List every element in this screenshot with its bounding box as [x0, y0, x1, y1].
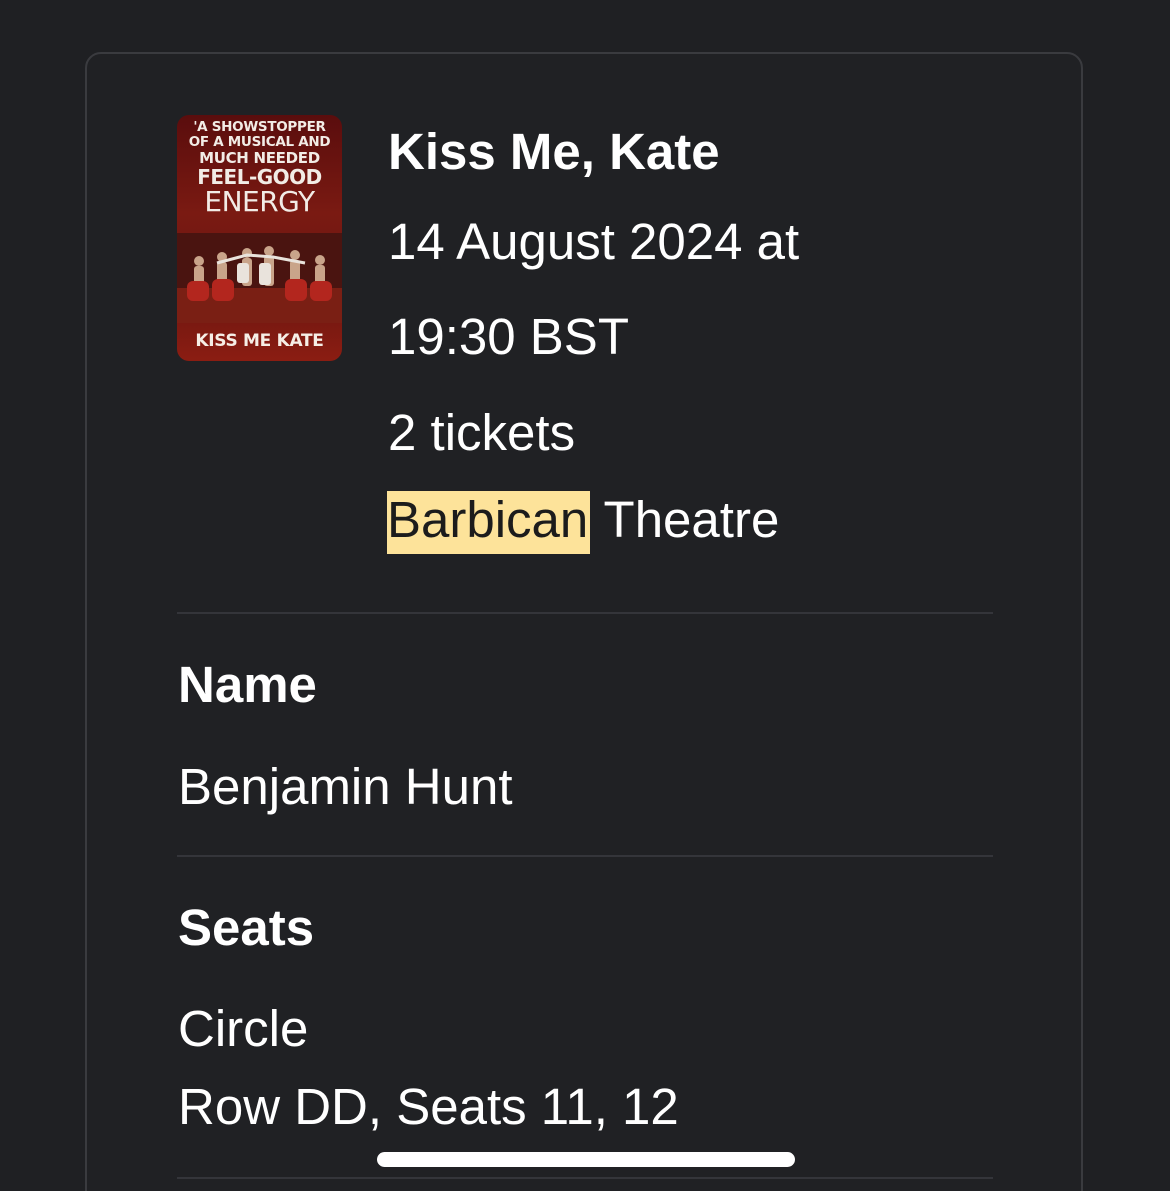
- home-indicator[interactable]: [377, 1152, 795, 1167]
- divider: [177, 1177, 993, 1179]
- show-title: Kiss Me, Kate: [388, 123, 720, 180]
- venue-rest: Theatre: [590, 491, 780, 548]
- event-time: 19:30 BST: [388, 308, 629, 365]
- poster-dancers-illustration: [177, 233, 342, 323]
- show-poster-image: 'A SHOWSTOPPER OF A MUSICAL AND MUCH NEE…: [177, 115, 342, 361]
- poster-title: KISS ME KATE: [195, 331, 324, 351]
- divider: [177, 855, 993, 857]
- venue-highlighted-word[interactable]: Barbican: [387, 491, 591, 554]
- poster-quote-line: FEEL-GOOD: [197, 165, 322, 189]
- poster-quote: 'A SHOWSTOPPER OF A MUSICAL AND MUCH NEE…: [177, 119, 342, 218]
- event-date: 14 August 2024 at: [388, 213, 800, 270]
- name-label: Name: [178, 656, 317, 713]
- seats-detail: Row DD, Seats 11, 12: [178, 1078, 679, 1135]
- venue-name: Barbican Theatre: [387, 490, 780, 554]
- poster-quote-line: OF A MUSICAL AND: [188, 133, 331, 150]
- seats-area: Circle: [178, 1000, 309, 1057]
- seats-label: Seats: [178, 899, 315, 956]
- ticket-screen: 'A SHOWSTOPPER OF A MUSICAL AND MUCH NEE…: [0, 0, 1170, 1191]
- poster-quote-line: ENERGY: [204, 185, 315, 218]
- poster-quote-line: 'A SHOWSTOPPER: [193, 119, 326, 135]
- divider: [177, 612, 993, 614]
- poster-quote-line: MUCH NEEDED: [199, 149, 320, 167]
- ticket-count: 2 tickets: [388, 404, 576, 461]
- name-value: Benjamin Hunt: [178, 758, 513, 815]
